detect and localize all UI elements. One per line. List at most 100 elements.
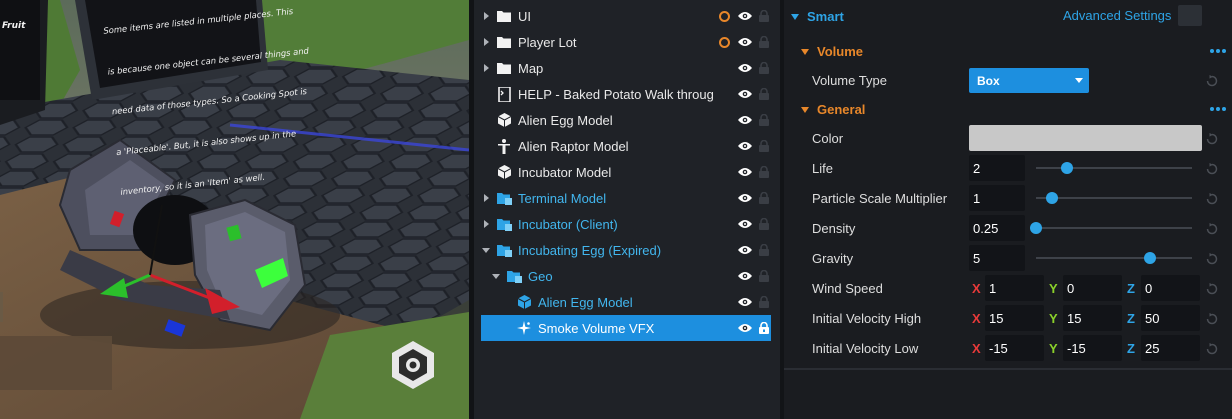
reset-icon[interactable] bbox=[1205, 222, 1219, 236]
lock-icon[interactable] bbox=[757, 113, 771, 127]
visibility-eye-icon[interactable] bbox=[737, 191, 753, 205]
hierarchy-row[interactable]: Player Lot bbox=[481, 29, 771, 55]
hierarchy-row[interactable]: Terminal Model bbox=[481, 185, 771, 211]
reset-icon[interactable] bbox=[1205, 342, 1219, 356]
hierarchy-row[interactable]: Incubator (Client) bbox=[481, 211, 771, 237]
particle-scale-slider[interactable] bbox=[1036, 197, 1192, 199]
expand-arrow-icon[interactable] bbox=[481, 211, 491, 237]
visibility-eye-icon[interactable] bbox=[737, 9, 753, 23]
status-spacer bbox=[717, 139, 731, 153]
lock-icon[interactable] bbox=[757, 139, 771, 153]
collapse-arrow-icon[interactable] bbox=[481, 237, 491, 263]
lock-icon[interactable] bbox=[757, 295, 771, 309]
lock-icon[interactable] bbox=[757, 35, 771, 49]
volume-type-value: Box bbox=[977, 73, 1000, 88]
gravity-slider[interactable] bbox=[1036, 257, 1192, 259]
folder-icon bbox=[496, 60, 512, 76]
reset-icon[interactable] bbox=[1205, 282, 1219, 296]
lock-icon[interactable] bbox=[757, 217, 771, 231]
hierarchy-row[interactable]: Map bbox=[481, 55, 771, 81]
life-slider[interactable] bbox=[1036, 167, 1192, 169]
visibility-eye-icon[interactable] bbox=[737, 113, 753, 127]
wind-speed-y-field[interactable]: 0 bbox=[1063, 275, 1122, 301]
velocity-low-y-field[interactable]: -15 bbox=[1063, 335, 1122, 361]
game-viewport[interactable]: Some items are listed in multiple places… bbox=[0, 0, 469, 419]
reset-icon[interactable] bbox=[1205, 312, 1219, 326]
lock-icon[interactable] bbox=[757, 165, 771, 179]
hierarchy-row[interactable]: Alien Egg Model bbox=[481, 289, 771, 315]
hierarchy-row[interactable]: Alien Raptor Model bbox=[481, 133, 771, 159]
status-spacer bbox=[717, 165, 731, 179]
visibility-eye-icon[interactable] bbox=[737, 269, 753, 283]
template-folder-icon bbox=[496, 242, 512, 258]
collapse-caret-icon bbox=[801, 48, 809, 55]
hierarchy-row[interactable]: UI bbox=[481, 3, 771, 29]
lock-icon[interactable] bbox=[757, 9, 771, 23]
life-field[interactable]: 2 bbox=[969, 155, 1025, 181]
density-slider-handle[interactable] bbox=[1030, 222, 1042, 234]
gravity-slider-handle[interactable] bbox=[1143, 252, 1156, 264]
reset-icon[interactable] bbox=[1205, 252, 1219, 266]
velocity-low-z-field[interactable]: 25 bbox=[1141, 335, 1200, 361]
lock-icon[interactable] bbox=[757, 269, 771, 283]
reset-icon[interactable] bbox=[1205, 192, 1219, 206]
hierarchy-row-label: Alien Egg Model bbox=[518, 112, 613, 128]
lock-icon[interactable] bbox=[757, 191, 771, 205]
visibility-eye-icon[interactable] bbox=[737, 165, 753, 179]
hierarchy-row[interactable]: HELP - Baked Potato Walk throug bbox=[481, 81, 771, 107]
visibility-eye-icon[interactable] bbox=[737, 217, 753, 231]
particle-scale-field[interactable]: 1 bbox=[969, 185, 1025, 211]
volume-type-dropdown[interactable]: Box bbox=[969, 68, 1089, 93]
wind-speed-label: Wind Speed bbox=[812, 281, 883, 296]
hierarchy-row[interactable]: Smoke Volume VFX bbox=[481, 315, 771, 341]
life-slider-handle[interactable] bbox=[1061, 162, 1074, 174]
lock-icon[interactable] bbox=[757, 61, 771, 75]
gravity-field[interactable]: 5 bbox=[969, 245, 1025, 271]
velocity-high-z-field[interactable]: 50 bbox=[1141, 305, 1200, 331]
lock-icon[interactable] bbox=[757, 243, 771, 257]
expand-arrow-icon[interactable] bbox=[481, 3, 491, 29]
smart-section-header[interactable]: Smart bbox=[791, 9, 844, 24]
hierarchy-row-label: Player Lot bbox=[518, 34, 577, 50]
density-field[interactable]: 0.25 bbox=[969, 215, 1025, 241]
sign-line: is because one object can be several thi… bbox=[107, 44, 310, 77]
advanced-settings-link[interactable]: Advanced Settings bbox=[1063, 8, 1171, 23]
advanced-settings-toggle[interactable] bbox=[1178, 5, 1202, 26]
visibility-eye-icon[interactable] bbox=[737, 321, 753, 335]
template-folder-icon bbox=[496, 190, 512, 206]
hierarchy-row[interactable]: Incubating Egg (Expired) bbox=[481, 237, 771, 263]
hierarchy-row-label: Incubating Egg (Expired) bbox=[518, 242, 662, 258]
color-swatch[interactable] bbox=[969, 125, 1202, 151]
velocity-high-y-field[interactable]: 15 bbox=[1063, 305, 1122, 331]
expand-arrow-icon[interactable] bbox=[481, 55, 491, 81]
volume-section-header[interactable]: Volume bbox=[801, 44, 863, 59]
hierarchy-row-label: Terminal Model bbox=[518, 190, 607, 206]
visibility-eye-icon[interactable] bbox=[737, 35, 753, 49]
hierarchy-row[interactable]: Alien Egg Model bbox=[481, 107, 771, 133]
collapse-arrow-icon[interactable] bbox=[491, 263, 501, 289]
visibility-eye-icon[interactable] bbox=[737, 243, 753, 257]
lock-icon[interactable] bbox=[757, 321, 771, 335]
velocity-high-x-field[interactable]: 15 bbox=[985, 305, 1044, 331]
velocity-low-x-field[interactable]: -15 bbox=[985, 335, 1044, 361]
wind-speed-z-field[interactable]: 0 bbox=[1141, 275, 1200, 301]
reset-icon[interactable] bbox=[1205, 132, 1219, 146]
expand-arrow-icon[interactable] bbox=[481, 185, 491, 211]
hierarchy-row[interactable]: Geo bbox=[481, 263, 771, 289]
particle-scale-slider-handle[interactable] bbox=[1045, 192, 1058, 204]
general-section-header[interactable]: General bbox=[801, 102, 865, 117]
hierarchy-row[interactable]: Incubator Model bbox=[481, 159, 771, 185]
more-options-icon[interactable] bbox=[1210, 107, 1226, 111]
more-options-icon[interactable] bbox=[1210, 49, 1226, 53]
visibility-eye-icon[interactable] bbox=[737, 61, 753, 75]
visibility-eye-icon[interactable] bbox=[737, 139, 753, 153]
reset-icon[interactable] bbox=[1205, 162, 1219, 176]
expand-arrow-icon[interactable] bbox=[481, 29, 491, 55]
reset-icon[interactable] bbox=[1205, 74, 1219, 88]
folder-icon bbox=[496, 8, 512, 24]
visibility-eye-icon[interactable] bbox=[737, 87, 753, 101]
wind-speed-x-field[interactable]: 1 bbox=[985, 275, 1044, 301]
visibility-eye-icon[interactable] bbox=[737, 295, 753, 309]
lock-icon[interactable] bbox=[757, 87, 771, 101]
density-slider[interactable] bbox=[1036, 227, 1192, 229]
